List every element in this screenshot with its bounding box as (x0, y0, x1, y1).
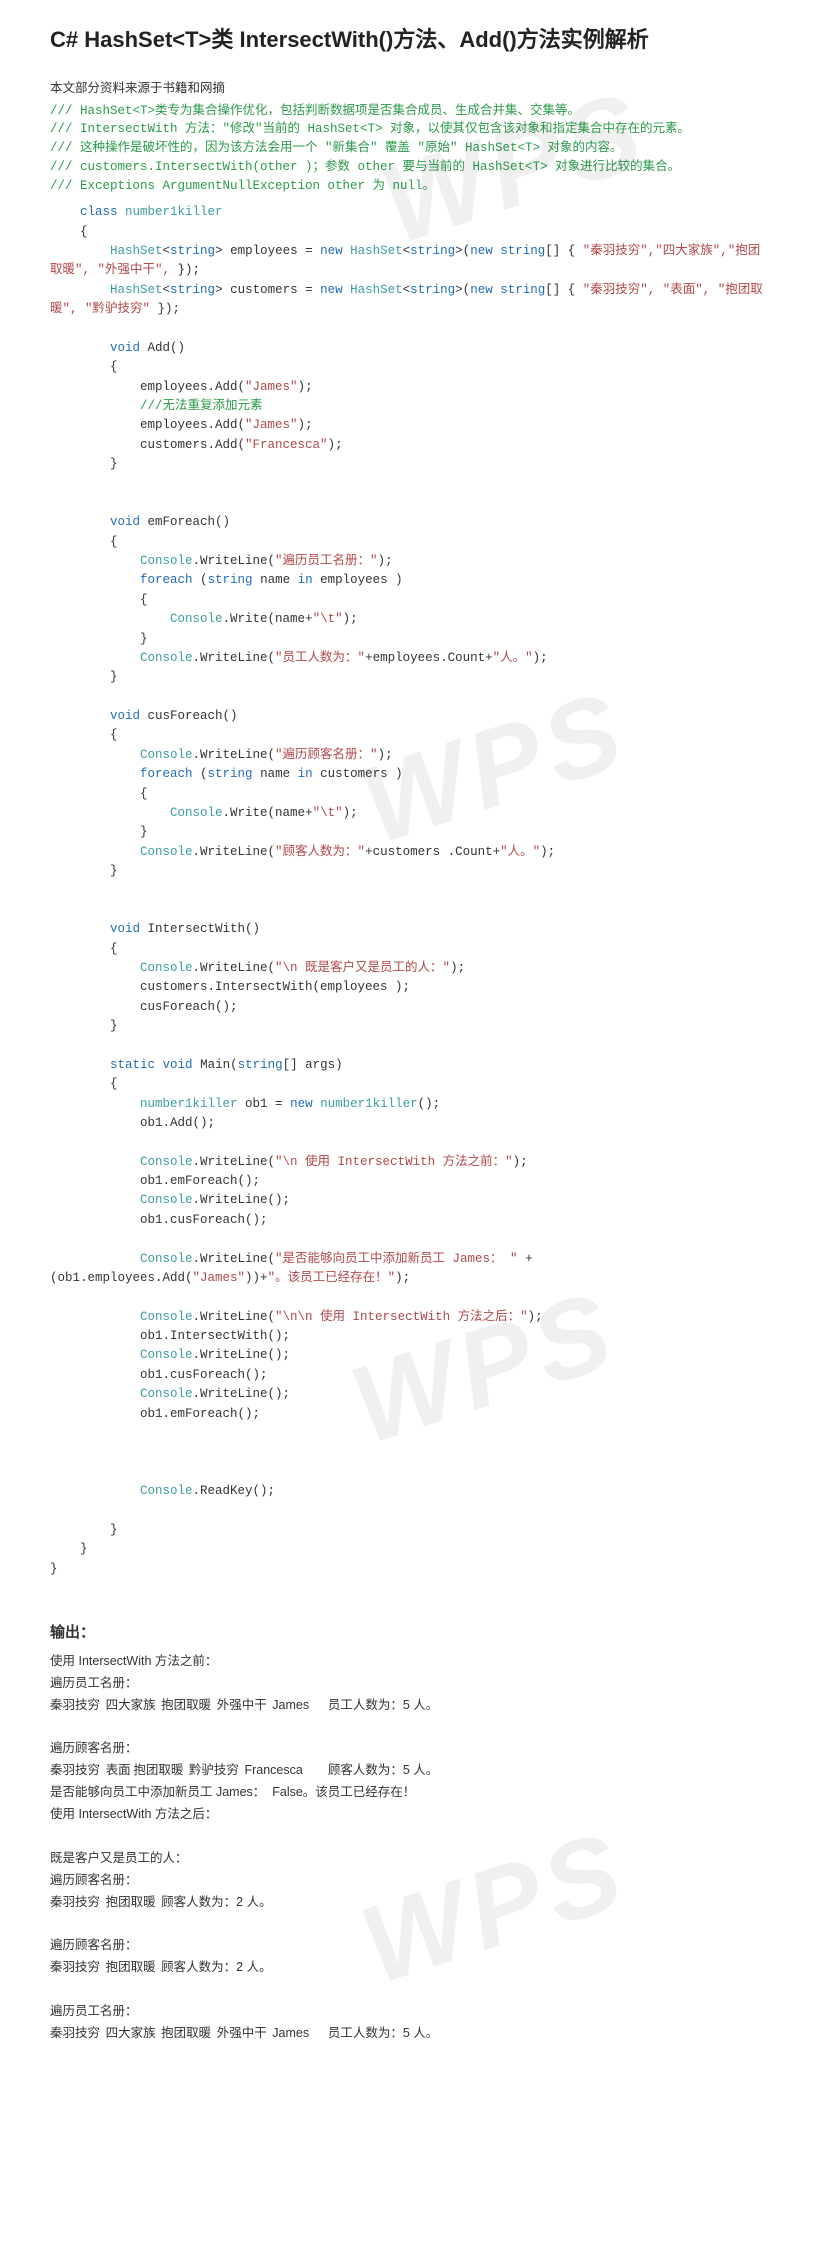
doc-comment: /// 这种操作是破坏性的，因为该方法会用一个 "新集合" 覆盖 "原始" Ha… (50, 139, 772, 158)
doc-comment: /// IntersectWith 方法："修改"当前的 HashSet<T> … (50, 120, 772, 139)
output-line: 既是客户又是员工的人： (50, 1848, 772, 1870)
output-line: 是否能够向员工中添加新员工 James： False。该员工已经存在！ (50, 1782, 772, 1804)
output-line: 秦羽技穷 表面 抱团取暖 黔驴技穷 Francesca 顾客人数为：5 人。 (50, 1760, 772, 1782)
output-line: 遍历员工名册： (50, 2001, 772, 2023)
output-line: 遍历员工名册： (50, 1673, 772, 1695)
output-line: 秦羽技穷 抱团取暖 顾客人数为：2 人。 (50, 1957, 772, 1979)
doc-comment: /// HashSet<T>类专为集合操作优化，包括判断数据项是否集合成员、生成… (50, 102, 772, 121)
output-line: 遍历顾客名册： (50, 1870, 772, 1892)
output-header: 输出： (50, 1621, 772, 1645)
output-line: 使用 IntersectWith 方法之前： (50, 1651, 772, 1673)
output-line: 遍历顾客名册： (50, 1738, 772, 1760)
doc-comment: /// customers.IntersectWith(other )；参数 o… (50, 158, 772, 177)
page-title: C# HashSet<T>类 IntersectWith()方法、Add()方法… (50, 20, 772, 60)
output-line: 秦羽技穷 四大家族 抱团取暖 外强中干 James 员工人数为：5 人。 (50, 1695, 772, 1717)
output-line: 秦羽技穷 抱团取暖 顾客人数为：2 人。 (50, 1892, 772, 1914)
output-line (50, 1979, 772, 2001)
output-line (50, 1913, 772, 1935)
output-line: 遍历顾客名册： (50, 1935, 772, 1957)
output-line (50, 1717, 772, 1739)
output-line (50, 1826, 772, 1848)
output-line: 秦羽技穷 四大家族 抱团取暖 外强中干 James 员工人数为：5 人。 (50, 2023, 772, 2045)
inline-comment: ///无法重复添加元素 (140, 399, 263, 413)
intro-text: 本文部分资料来源于书籍和网摘 (50, 78, 772, 98)
doc-comment: /// Exceptions ArgumentNullException oth… (50, 177, 772, 196)
output-line: 使用 IntersectWith 方法之后： (50, 1804, 772, 1826)
code-block: class number1killer { HashSet<string> em… (50, 203, 772, 1579)
